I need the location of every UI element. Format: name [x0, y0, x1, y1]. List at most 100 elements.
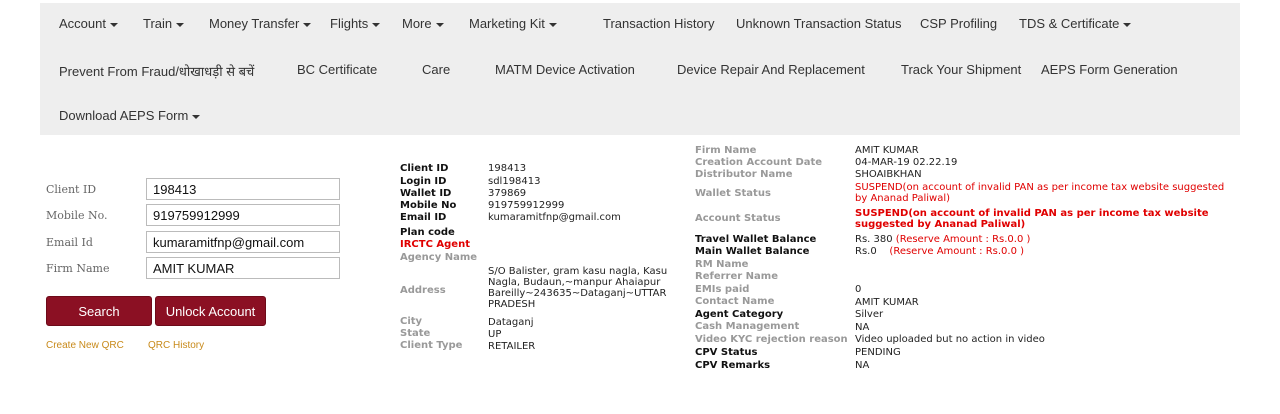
firm-name-label: Firm Name	[46, 262, 110, 275]
nav-label: More	[402, 16, 432, 31]
mobile-input[interactable]	[146, 204, 340, 226]
cpv-status-value: PENDING	[855, 347, 901, 358]
nav-label: Train	[143, 16, 173, 31]
emis-paid-key: EMIs paid	[695, 284, 750, 295]
address-key: Address	[400, 285, 446, 296]
caret-down-icon	[109, 22, 118, 27]
nav-label: Money Transfer	[209, 16, 300, 31]
top-navigation-bar: Account Train Money Transfer Flights Mor…	[40, 3, 1240, 135]
email-id-key: Email ID	[400, 212, 447, 223]
client-id-value: 198413	[488, 163, 527, 174]
nav-matm-device-activation[interactable]: MATM Device Activation	[495, 62, 635, 77]
contact-name-key: Contact Name	[695, 296, 775, 307]
nav-money-transfer-menu[interactable]: Money Transfer	[209, 16, 312, 31]
caret-down-icon	[372, 22, 381, 27]
main-wallet-amount: Rs.0	[855, 246, 877, 257]
nav-label: Marketing Kit	[469, 16, 545, 31]
nav-unknown-transaction-status[interactable]: Unknown Transaction Status	[736, 16, 901, 31]
cpv-remarks-key: CPV Remarks	[695, 360, 771, 371]
video-kyc-rejection-value: Video uploaded but no action in video	[855, 334, 1045, 345]
nav-download-aeps-form-menu[interactable]: Download AEPS Form	[59, 108, 201, 123]
nav-bc-certificate[interactable]: BC Certificate	[297, 62, 377, 77]
plan-code-key: Plan code	[400, 227, 455, 238]
nav-account-menu[interactable]: Account	[59, 16, 118, 31]
caret-down-icon	[435, 22, 444, 27]
email-label: Email Id	[46, 236, 93, 249]
main-reserve-amount: (Reserve Amount : Rs.0.0 )	[889, 246, 1025, 257]
nav-label: Download AEPS Form	[59, 108, 189, 123]
travel-wallet-amount: Rs. 380	[855, 234, 893, 245]
nav-train-menu[interactable]: Train	[143, 16, 185, 31]
wallet-id-value: 379869	[488, 188, 527, 199]
cash-management-value: NA	[855, 322, 870, 333]
creation-date-key: Creation Account Date	[695, 157, 823, 168]
city-key: City	[400, 316, 423, 327]
nav-aeps-form-generation[interactable]: AEPS Form Generation	[1041, 62, 1178, 77]
wallet-status-value: SUSPEND(on account of invalid PAN as per…	[855, 182, 1225, 204]
email-input[interactable]	[146, 231, 340, 253]
client-type-key: Client Type	[400, 340, 463, 351]
nav-tds-certificate-menu[interactable]: TDS & Certificate	[1019, 16, 1132, 31]
caret-down-icon	[192, 114, 201, 119]
caret-down-icon	[176, 22, 185, 27]
client-id-label: Client ID	[46, 183, 97, 196]
mobile-no-value: 919759912999	[488, 200, 565, 211]
wallet-id-key: Wallet ID	[400, 188, 452, 199]
nav-label: TDS & Certificate	[1019, 16, 1120, 31]
cash-management-key: Cash Management	[695, 321, 800, 332]
caret-down-icon	[548, 22, 557, 27]
nav-marketing-kit-menu[interactable]: Marketing Kit	[469, 16, 557, 31]
wallet-status-key: Wallet Status	[695, 188, 771, 199]
address-value: S/O Balister, gram kasu nagla, Kasu Nagl…	[488, 266, 668, 310]
agent-category-key: Agent Category	[695, 309, 784, 320]
rm-name-key: RM Name	[695, 259, 749, 270]
firm-name-input[interactable]	[146, 257, 340, 279]
contact-name-value: AMIT KUMAR	[855, 297, 919, 308]
client-id-key: Client ID	[400, 163, 449, 174]
cpv-status-key: CPV Status	[695, 347, 758, 358]
caret-down-icon	[1123, 22, 1132, 27]
state-value: UP	[488, 329, 502, 340]
nav-csp-profiling[interactable]: CSP Profiling	[920, 16, 997, 31]
irctc-agent-key: IRCTC Agent	[400, 239, 470, 250]
city-value: Dataganj	[488, 317, 534, 328]
login-id-key: Login ID	[400, 176, 447, 187]
unlock-account-button[interactable]: Unlock Account	[155, 296, 266, 326]
nav-transaction-history[interactable]: Transaction History	[603, 16, 715, 31]
client-id-input[interactable]	[146, 178, 340, 200]
email-id-value: kumaramitfnp@gmail.com	[488, 212, 621, 223]
nav-prevent-from-fraud[interactable]: Prevent From Fraud/धोखाधड़ी से बचें	[59, 62, 254, 80]
nav-label: Account	[59, 16, 106, 31]
agent-category-value: Silver	[855, 309, 884, 320]
mobile-no-key: Mobile No	[400, 200, 457, 211]
distributor-name-value: SHOAIBKHAN	[855, 169, 922, 180]
travel-wallet-balance-value: Rs. 380 (Reserve Amount : Rs.0.0 )	[855, 235, 1030, 245]
travel-reserve-amount: (Reserve Amount : Rs.0.0 )	[895, 234, 1031, 245]
nav-flights-menu[interactable]: Flights	[330, 16, 381, 31]
cpv-remarks-value: NA	[855, 360, 870, 371]
create-new-qrc-link[interactable]: Create New QRC	[46, 340, 124, 351]
main-wallet-balance-key: Main Wallet Balance	[695, 246, 810, 257]
referrer-name-key: Referrer Name	[695, 271, 778, 282]
login-id-value: sdl198413	[488, 176, 541, 187]
nav-care[interactable]: Care	[422, 62, 450, 77]
client-type-value: RETAILER	[488, 341, 536, 352]
search-button[interactable]: Search	[46, 296, 152, 326]
travel-wallet-balance-key: Travel Wallet Balance	[695, 234, 817, 245]
nav-label: Flights	[330, 16, 369, 31]
account-status-key: Account Status	[695, 213, 781, 224]
main-wallet-balance-value: Rs.0 (Reserve Amount : Rs.0.0 )	[855, 247, 1024, 257]
firm-name-value: AMIT KUMAR	[855, 145, 919, 156]
distributor-name-key: Distributor Name	[695, 169, 793, 180]
creation-date-value: 04-MAR-19 02.22.19	[855, 157, 958, 168]
video-kyc-rejection-key: Video KYC rejection reason	[695, 334, 848, 345]
mobile-label: Mobile No.	[46, 209, 108, 222]
nav-more-menu[interactable]: More	[402, 16, 444, 31]
qrc-history-link[interactable]: QRC History	[148, 340, 204, 351]
emis-paid-value: 0	[855, 284, 862, 295]
nav-device-repair-replacement[interactable]: Device Repair And Replacement	[677, 62, 865, 77]
account-status-value: SUSPEND(on account of invalid PAN as per…	[855, 208, 1209, 230]
caret-down-icon	[303, 22, 312, 27]
agency-name-key: Agency Name	[400, 252, 478, 263]
nav-track-your-shipment[interactable]: Track Your Shipment	[901, 62, 1021, 77]
